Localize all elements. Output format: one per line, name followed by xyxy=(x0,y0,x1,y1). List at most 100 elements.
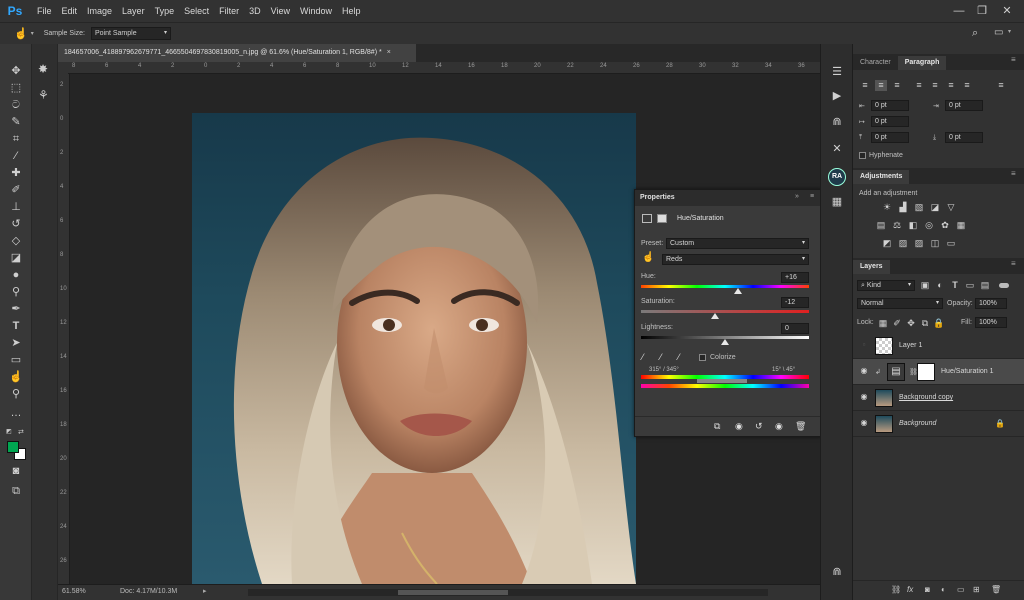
marquee-tool-icon[interactable]: ⬚ xyxy=(8,81,24,96)
filter-pixel-icon[interactable]: ▣ xyxy=(919,280,931,291)
path-select-tool-icon[interactable]: ➤ xyxy=(8,336,24,351)
lock-pixels-icon[interactable]: ✐ xyxy=(891,318,903,329)
levels-icon[interactable]: ▟ xyxy=(897,202,909,213)
new-adjustment-icon[interactable]: ◐ xyxy=(941,585,946,594)
menu-image[interactable]: Image xyxy=(82,6,117,16)
eyedropper-icon[interactable]: ⁄ xyxy=(642,352,644,362)
brush-tool-icon[interactable]: ✐ xyxy=(8,183,24,198)
tool-preset-caret-icon[interactable]: ▾ xyxy=(31,30,34,37)
type-tool-icon[interactable]: T xyxy=(8,319,24,334)
lock-all-icon[interactable]: 🔒 xyxy=(933,318,945,329)
screen-mode-icon[interactable]: ⧉ xyxy=(8,484,24,499)
menu-window[interactable]: Window xyxy=(295,6,337,16)
visibility-icon[interactable]: ◉ xyxy=(775,421,783,432)
eyedropper-tool-icon[interactable]: ⁄ xyxy=(8,149,24,164)
tab-adjustments[interactable]: Adjustments xyxy=(853,170,910,184)
brightness-icon[interactable]: ☀ xyxy=(881,202,893,213)
range-selector[interactable] xyxy=(697,379,747,383)
status-menu-icon[interactable]: ▸ xyxy=(203,587,207,595)
layer-mask-thumbnail[interactable] xyxy=(917,363,935,381)
menu-3d[interactable]: 3D xyxy=(244,6,266,16)
rectangle-tool-icon[interactable]: ▭ xyxy=(8,353,24,368)
scrollbar-thumb[interactable] xyxy=(398,590,508,595)
quick-select-tool-icon[interactable]: ✎ xyxy=(8,115,24,130)
align-center-icon[interactable]: ≡ xyxy=(875,80,887,91)
invert-icon[interactable]: ◩ xyxy=(881,238,893,249)
justify-right-icon[interactable]: ≡ xyxy=(945,80,957,91)
channel-select[interactable]: Reds ▾ xyxy=(662,254,809,265)
clip-to-layer-icon[interactable]: ⧉ xyxy=(714,421,720,432)
opacity-field[interactable]: 100% xyxy=(975,298,1007,309)
eye-icon[interactable]: ◉ xyxy=(859,366,869,376)
history-brush-tool-icon[interactable]: ↺ xyxy=(8,217,24,232)
menu-help[interactable]: Help xyxy=(337,6,366,16)
lightness-slider-thumb[interactable] xyxy=(721,339,729,345)
justify-center-icon[interactable]: ≡ xyxy=(929,80,941,91)
trash-icon[interactable]: 🗑 xyxy=(795,421,806,432)
indent-first-field[interactable]: 0 pt xyxy=(871,116,909,127)
more-tools-icon[interactable]: … xyxy=(8,406,24,421)
saturation-value[interactable]: -12 xyxy=(781,297,809,308)
document-tab[interactable]: 184657006_418897962679771_46655046978308… xyxy=(58,44,416,62)
horizontal-scrollbar[interactable] xyxy=(248,589,768,596)
panel-menu-icon[interactable]: ≡ xyxy=(1011,55,1016,64)
layer-row[interactable]: ▫ Layer 1 xyxy=(853,333,1024,359)
mask-icon[interactable] xyxy=(657,214,667,223)
zoom-tool-icon[interactable]: ⚲ xyxy=(8,387,24,402)
clone-stamp-tool-icon[interactable]: ⊥ xyxy=(8,200,24,215)
hand-tool-icon[interactable]: ☝ xyxy=(8,370,24,385)
hue-slider-thumb[interactable] xyxy=(734,288,743,294)
workspace-icon[interactable]: ▭ xyxy=(994,27,1003,38)
workspace-caret-icon[interactable]: ▾ xyxy=(1008,28,1011,35)
curves-icon[interactable]: ▧ xyxy=(913,202,925,213)
indent-right-field[interactable]: 0 pt xyxy=(945,100,983,111)
menu-layer[interactable]: Layer xyxy=(117,6,150,16)
layer-row[interactable]: ◉ Background copy xyxy=(853,385,1024,411)
colorize-checkbox[interactable] xyxy=(699,354,706,361)
eye-icon[interactable]: ◉ xyxy=(859,418,869,428)
layer-filter-select[interactable]: ⌕ Kind ▾ xyxy=(857,280,915,291)
avatar[interactable]: RA xyxy=(828,168,846,186)
tools-cross-icon[interactable]: ✕ xyxy=(829,141,845,157)
swap-colors-icon[interactable]: ⇄ xyxy=(18,428,24,436)
indent-left-field[interactable]: 0 pt xyxy=(871,100,909,111)
foreground-color-swatch[interactable] xyxy=(7,441,19,453)
filter-toggle[interactable] xyxy=(999,283,1009,288)
color-balance-icon[interactable]: ⚖ xyxy=(891,220,903,231)
preset-select[interactable]: Custom ▾ xyxy=(666,238,809,249)
filter-type-icon[interactable]: T xyxy=(949,280,961,291)
lightness-value[interactable]: 0 xyxy=(781,323,809,334)
exposure-icon[interactable]: ◪ xyxy=(929,202,941,213)
panel-menu-icon[interactable]: ≡ xyxy=(1011,169,1016,178)
saturation-slider-thumb[interactable] xyxy=(710,313,719,319)
panel-strip-icon[interactable]: ⋒ xyxy=(829,564,845,580)
link-layers-icon[interactable]: ⛓ xyxy=(891,585,901,594)
clone-source-icon[interactable]: ⚘ xyxy=(38,88,49,102)
targeted-adjustment-icon[interactable]: ☝ xyxy=(642,252,654,263)
fx-icon[interactable]: fx xyxy=(907,585,913,594)
properties-icon[interactable]: ▦ xyxy=(829,194,845,210)
saturation-track[interactable] xyxy=(641,310,809,313)
filter-adjustment-icon[interactable]: ◐ xyxy=(934,280,946,291)
crop-tool-icon[interactable]: ⌗ xyxy=(8,132,24,147)
default-colors-icon[interactable]: ◩ xyxy=(6,428,12,435)
posterize-icon[interactable]: ▨ xyxy=(897,238,909,249)
blur-tool-icon[interactable]: ● xyxy=(8,268,24,283)
close-document-icon[interactable]: × xyxy=(387,49,391,56)
menu-filter[interactable]: Filter xyxy=(214,6,244,16)
pen-tool-icon[interactable]: ✒ xyxy=(8,302,24,317)
eyedropper-plus-icon[interactable]: ⁄ xyxy=(660,352,662,362)
menu-view[interactable]: View xyxy=(266,6,295,16)
delete-layer-icon[interactable]: 🗑 xyxy=(991,585,1001,594)
color-lookup-icon[interactable]: ▦ xyxy=(955,220,967,231)
black-white-icon[interactable]: ◧ xyxy=(907,220,919,231)
quick-mask-icon[interactable]: ◙ xyxy=(8,464,24,479)
healing-tool-icon[interactable]: ✚ xyxy=(8,166,24,181)
vibrance-icon[interactable]: ▽ xyxy=(945,202,957,213)
add-mask-icon[interactable]: ◙ xyxy=(925,585,930,594)
hue-value[interactable]: +16 xyxy=(781,272,809,283)
threshold-icon[interactable]: ▨ xyxy=(913,238,925,249)
restore-button[interactable]: ❐ xyxy=(975,4,989,18)
photo-filter-icon[interactable]: ◎ xyxy=(923,220,935,231)
hue-sat-icon[interactable]: ▤ xyxy=(875,220,887,231)
